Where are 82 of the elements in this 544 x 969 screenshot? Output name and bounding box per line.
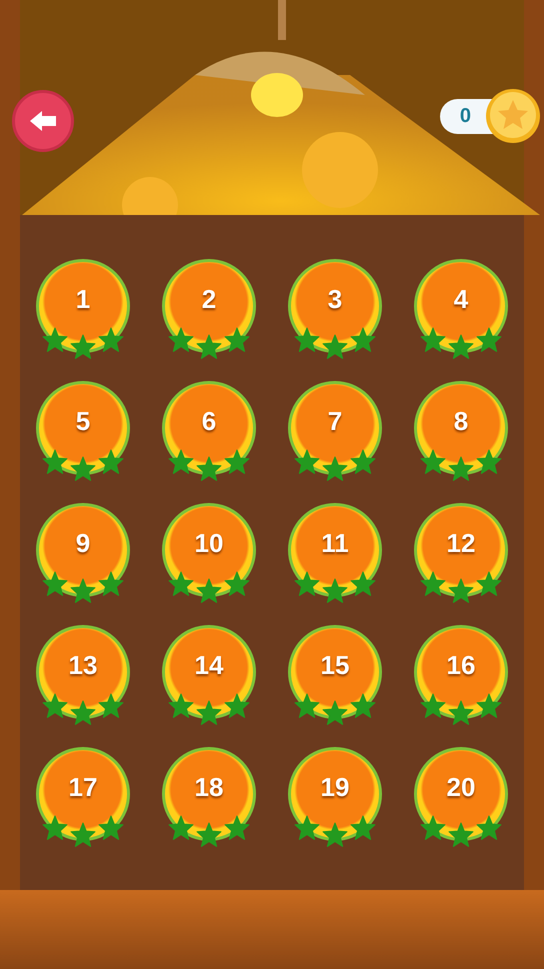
star-icon [70,700,96,726]
star-icon [70,822,96,848]
star-icon [322,822,348,848]
star-icon [322,578,348,604]
star-icon [420,571,446,597]
star-icon [322,456,348,482]
star-icon [476,571,502,597]
level-button[interactable]: 13 [36,625,130,719]
star-icon [294,815,320,841]
star-coin-icon [485,88,541,144]
star-icon [42,449,68,475]
level-button[interactable]: 6 [162,381,256,475]
level-button[interactable]: 11 [288,503,382,597]
level-button[interactable]: 19 [288,747,382,841]
star-icon [224,327,250,353]
star-icon [98,571,124,597]
star-icon [294,571,320,597]
star-icon [168,327,194,353]
star-icon [98,449,124,475]
star-icon [448,822,474,848]
level-button[interactable]: 7 [288,381,382,475]
star-icon [98,815,124,841]
level-button[interactable]: 9 [36,503,130,597]
level-button[interactable]: 3 [288,259,382,353]
level-button[interactable]: 2 [162,259,256,353]
star-icon [448,334,474,360]
back-arrow-icon [28,109,58,133]
star-icon [476,815,502,841]
star-icon [42,571,68,597]
star-icon [294,327,320,353]
level-button[interactable]: 8 [414,381,508,475]
star-icon [322,700,348,726]
star-icon [448,456,474,482]
star-icon [448,578,474,604]
star-icon [42,693,68,719]
star-icon [294,449,320,475]
level-button[interactable]: 16 [414,625,508,719]
level-button[interactable]: 1 [36,259,130,353]
star-icon [420,815,446,841]
level-button[interactable]: 15 [288,625,382,719]
star-icon [294,693,320,719]
star-icon [98,327,124,353]
star-icon [196,456,222,482]
star-icon [476,449,502,475]
star-icon [420,449,446,475]
level-button[interactable]: 10 [162,503,256,597]
star-icon [350,449,376,475]
star-icon [168,571,194,597]
star-icon [224,571,250,597]
star-icon [42,815,68,841]
star-icon [196,700,222,726]
star-icon [70,578,96,604]
star-icon [350,571,376,597]
star-icon [224,449,250,475]
star-icon [420,327,446,353]
star-icon [420,693,446,719]
star-icon [350,815,376,841]
level-button[interactable]: 12 [414,503,508,597]
star-icon [196,578,222,604]
star-icon [350,693,376,719]
level-button[interactable]: 20 [414,747,508,841]
star-icon [322,334,348,360]
level-button[interactable]: 5 [36,381,130,475]
level-button[interactable]: 4 [414,259,508,353]
star-icon [350,327,376,353]
star-icon [476,693,502,719]
star-icon [476,327,502,353]
level-button[interactable]: 18 [162,747,256,841]
star-icon [42,327,68,353]
star-icon [224,693,250,719]
level-button[interactable]: 17 [36,747,130,841]
star-icon [168,815,194,841]
star-icon [98,693,124,719]
star-icon [168,693,194,719]
star-icon [70,456,96,482]
star-icon [448,700,474,726]
star-icon [196,822,222,848]
star-icon [70,334,96,360]
level-button[interactable]: 14 [162,625,256,719]
star-icon [224,815,250,841]
star-icon [196,334,222,360]
star-icon [168,449,194,475]
